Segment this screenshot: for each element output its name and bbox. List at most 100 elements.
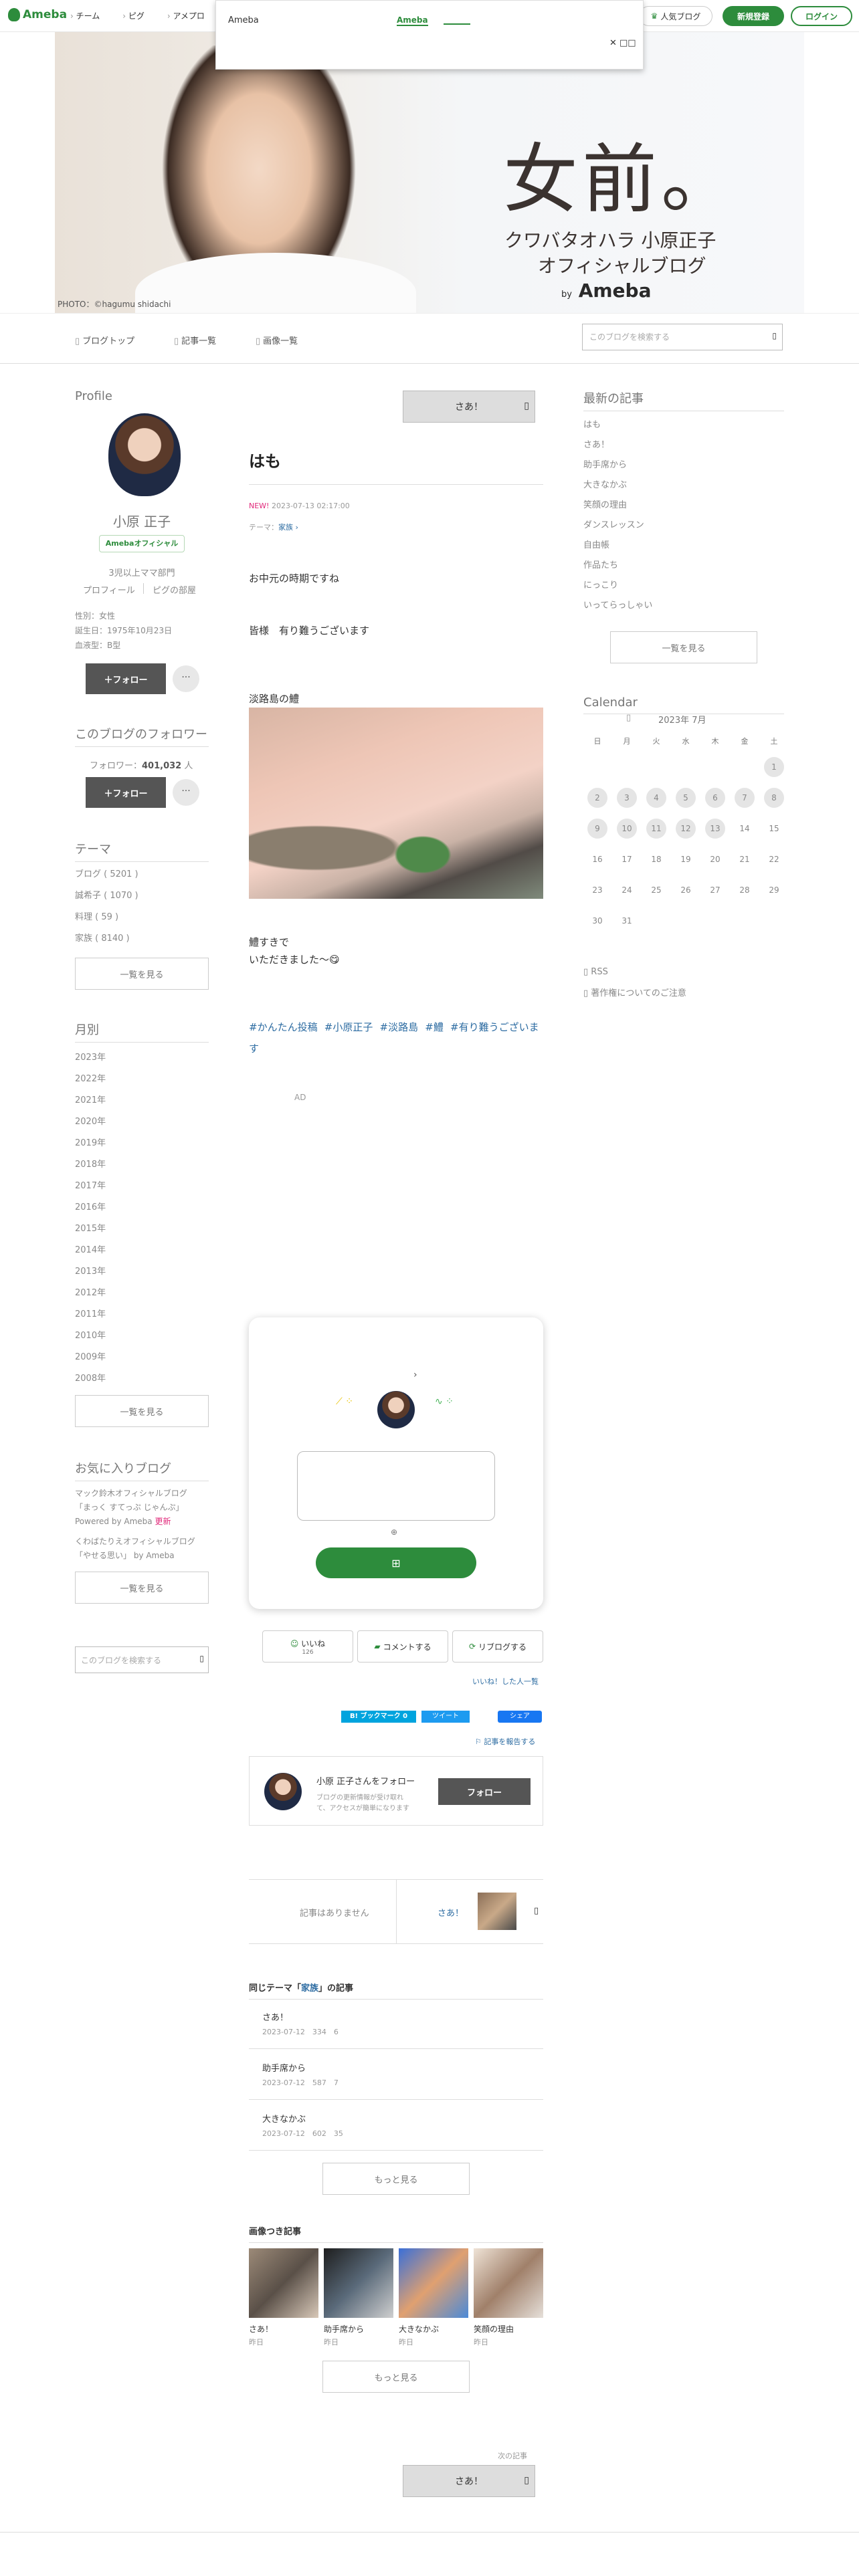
recent-item[interactable]: 笑顔の理由 <box>583 498 627 510</box>
profile-link[interactable]: プロフィール <box>83 583 135 596</box>
image-article-title[interactable]: さあ！ <box>249 2323 273 2335</box>
recent-more-button[interactable]: 一覧を見る <box>610 631 757 663</box>
popular-blog-button[interactable]: ♛ 人気ブログ <box>639 6 712 26</box>
blog-header-image[interactable]: 女前。 クワバタオハラ 小原正子 オフィシャルブログ by Ameba PHOT… <box>55 32 804 313</box>
image-article-thumb[interactable] <box>399 2248 468 2318</box>
recent-item[interactable]: ダンスレッスン <box>583 518 644 530</box>
profile-name[interactable]: 小原 正子 <box>75 511 209 530</box>
theme-link[interactable]: 家族 <box>278 523 293 532</box>
image-article-thumb[interactable] <box>324 2248 393 2318</box>
search-icon[interactable]: ▯ <box>199 1654 204 1663</box>
monthly-item[interactable]: 2020年 <box>75 1114 106 1127</box>
prev-article-button[interactable]: さあ！ ▯ <box>403 391 535 423</box>
recent-item[interactable]: 大きなかぶ <box>583 477 627 490</box>
reblog-button[interactable]: ⟳ リブログする <box>452 1630 543 1662</box>
monthly-item[interactable]: 2010年 <box>75 1328 106 1341</box>
monthly-item[interactable]: 2023年 <box>75 1050 106 1063</box>
follower-count[interactable]: フォロワー：401,032 人 <box>90 758 193 771</box>
recent-item[interactable]: さあ！ <box>583 437 609 450</box>
comment-button[interactable]: ▰ コメントする <box>357 1630 448 1662</box>
recent-item[interactable]: にっこり <box>583 578 618 591</box>
copyright-link[interactable]: ▯ 著作権についてのご注意 <box>583 986 686 998</box>
monthly-item[interactable]: 2017年 <box>75 1178 106 1191</box>
monthly-item[interactable]: 2011年 <box>75 1307 106 1319</box>
popup-tab[interactable]: Ameba <box>397 15 428 26</box>
follow-card-button[interactable]: フォロー <box>438 1778 531 1805</box>
monthly-item[interactable]: 2015年 <box>75 1221 106 1234</box>
monthly-item[interactable]: 2022年 <box>75 1071 106 1084</box>
liked-people-link[interactable]: いいね！した人一覧 <box>472 1676 539 1687</box>
calendar-day[interactable]: 5 <box>676 788 696 808</box>
calendar-day[interactable]: 12 <box>676 819 696 839</box>
monthly-more-button[interactable]: 一覧を見る <box>75 1395 209 1427</box>
hashtag[interactable]: #淡路島 <box>380 1021 419 1033</box>
calendar-day[interactable]: 9 <box>587 819 607 839</box>
monthly-item[interactable]: 2021年 <box>75 1093 106 1105</box>
ameba-logo[interactable]: Ameba <box>8 8 67 21</box>
favorite-blog-2[interactable]: くわばたりえオフィシャルブログ 「やせる思い」 by Ameba <box>75 1535 195 1561</box>
follow-button-2[interactable]: ＋フォロー <box>86 777 166 808</box>
next-article-button[interactable]: さあ！ ▯ <box>403 2465 535 2497</box>
calendar-day[interactable]: 3 <box>617 788 637 808</box>
recent-item[interactable]: 助手席から <box>583 457 627 470</box>
profile-rank[interactable]: 3児以上ママ部門 <box>75 566 209 578</box>
calendar-day[interactable]: 11 <box>646 819 666 839</box>
next-article-link[interactable]: さあ！ <box>438 1906 464 1919</box>
monthly-item[interactable]: 2018年 <box>75 1157 106 1170</box>
recent-item[interactable]: 自由帳 <box>583 538 609 550</box>
hashtag[interactable]: #かんたん投稿 <box>249 1021 318 1033</box>
image-article-title[interactable]: 笑顔の理由 <box>474 2323 514 2335</box>
calendar-day[interactable]: 6 <box>705 788 725 808</box>
related-item[interactable]: 大きなかぶ 2023-07-12 602 35 <box>249 2100 543 2151</box>
hatena-bookmark-button[interactable]: B! ブックマーク 0 <box>341 1711 416 1723</box>
search-icon[interactable]: ▯ <box>772 331 777 340</box>
chevron-left-icon[interactable]: ▯ <box>626 713 631 723</box>
recent-item[interactable]: はも <box>583 417 601 430</box>
calendar-day[interactable]: 10 <box>617 819 637 839</box>
monthly-item[interactable]: 2013年 <box>75 1264 106 1277</box>
login-button[interactable]: ログイン <box>791 6 852 26</box>
calendar-day[interactable]: 4 <box>646 788 666 808</box>
image-article-title[interactable]: 大きなかぶ <box>399 2323 439 2335</box>
subnav-article-list[interactable]: 記事一覧 <box>174 334 216 346</box>
theme-item[interactable]: ブログ ( 5201 ) <box>75 867 138 879</box>
subnav-image-list[interactable]: 画像一覧 <box>256 334 298 346</box>
report-link[interactable]: ⚐ 記事を報告する <box>475 1736 535 1747</box>
theme-item[interactable]: 家族 ( 8140 ) <box>75 931 130 944</box>
theme-item[interactable]: 誠希子 ( 1070 ) <box>75 888 138 901</box>
nav-amepro[interactable]: アメプロ <box>167 10 205 21</box>
nav-pigg[interactable]: ピグ <box>122 10 145 21</box>
monthly-item[interactable]: 2012年 <box>75 1285 106 1298</box>
message-textarea[interactable] <box>297 1451 495 1521</box>
chevron-right-icon[interactable]: › <box>413 1370 417 1380</box>
monthly-item[interactable]: 2009年 <box>75 1350 106 1362</box>
nav-team[interactable]: チーム <box>70 10 100 21</box>
monthly-item[interactable]: 2019年 <box>75 1136 106 1148</box>
monthly-item[interactable]: 2016年 <box>75 1200 106 1212</box>
related-item[interactable]: 助手席から 2023-07-12 587 7 <box>249 2049 543 2100</box>
more-menu-icon-2[interactable]: ··· <box>173 779 199 806</box>
facebook-share-button[interactable]: シェア <box>498 1711 542 1723</box>
recent-item[interactable]: いってらっしゃい <box>583 598 652 611</box>
monthly-item[interactable]: 2008年 <box>75 1371 106 1384</box>
popup-close-button[interactable]: ✕ □□ <box>609 38 636 48</box>
rss-link[interactable]: ▯ RSS <box>583 967 608 977</box>
blog-search-input-2[interactable]: このブログを検索する ▯ <box>75 1646 209 1673</box>
related-more-button[interactable]: もっと見る <box>322 2163 470 2195</box>
image-article-title[interactable]: 助手席から <box>324 2323 364 2335</box>
gift-button[interactable]: ⊞ <box>316 1547 476 1578</box>
calendar-day[interactable]: 1 <box>764 757 784 777</box>
blog-search-input[interactable]: このブログを検索する ▯ <box>582 324 783 350</box>
hashtag[interactable]: #鱧 <box>425 1021 444 1033</box>
favorites-more-button[interactable]: 一覧を見る <box>75 1572 209 1604</box>
calendar-day[interactable]: 7 <box>735 788 755 808</box>
recent-item[interactable]: 作品たち <box>583 558 618 570</box>
pigg-room-link[interactable]: ピグの部屋 <box>153 583 196 596</box>
calendar-day[interactable]: 8 <box>764 788 784 808</box>
follow-button[interactable]: ＋フォロー <box>86 663 166 694</box>
next-article-thumbnail[interactable] <box>478 1893 516 1930</box>
monthly-item[interactable]: 2014年 <box>75 1243 106 1255</box>
chevron-right-icon[interactable]: ▯ <box>534 1906 539 1916</box>
calendar-day[interactable]: 13 <box>705 819 725 839</box>
theme-more-button[interactable]: 一覧を見る <box>75 958 209 990</box>
